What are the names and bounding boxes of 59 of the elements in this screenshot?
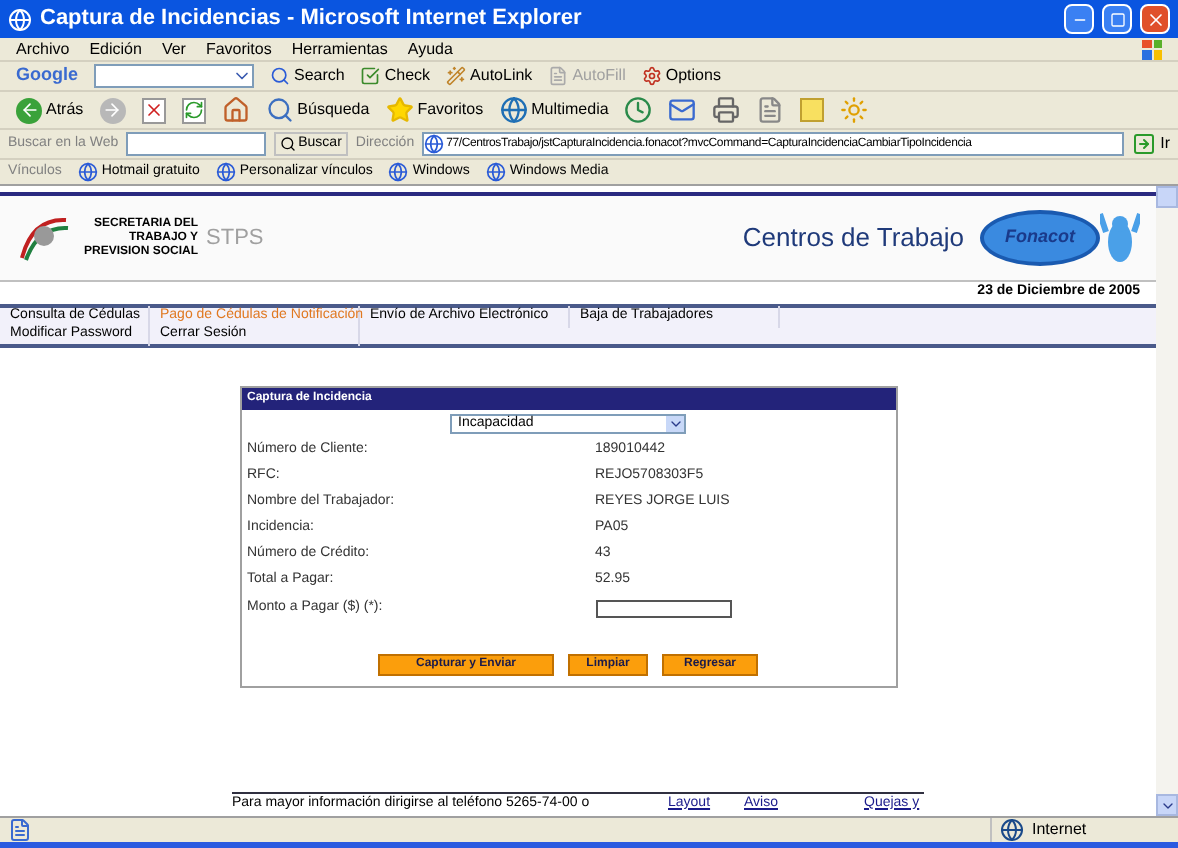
google-toolbar-button[interactable]: AutoLink <box>446 64 533 88</box>
google-logo: Google <box>16 62 78 89</box>
menu-item[interactable]: Edición <box>89 37 142 61</box>
globe-icon <box>499 96 528 124</box>
mail-icon <box>668 96 697 124</box>
scroll-down-button[interactable] <box>1156 794 1178 816</box>
menu-item[interactable]: Ayuda <box>407 37 453 61</box>
toolbar-button[interactable]: Favoritos <box>385 96 484 124</box>
zone-text: Internet <box>1032 818 1087 842</box>
close-icon <box>1145 9 1165 29</box>
star-icon <box>385 96 414 124</box>
form-icon <box>548 66 569 86</box>
toolbar-button[interactable]: Búsqueda <box>265 96 370 124</box>
settings-icon <box>641 66 662 86</box>
stop-icon[interactable] <box>141 97 166 123</box>
minimize-button[interactable] <box>1064 4 1094 34</box>
page-icon <box>756 96 785 124</box>
google-toolbar-button[interactable]: Check <box>360 64 431 88</box>
google-search-field[interactable] <box>94 64 254 88</box>
page-globe-icon <box>77 162 98 182</box>
page-icon <box>8 818 32 842</box>
toolbar-button[interactable]: Multimedia <box>499 96 609 124</box>
globe-icon <box>1000 818 1024 842</box>
bird-mascot-icon <box>1100 208 1140 268</box>
forward-icon[interactable] <box>99 97 126 123</box>
page-title: Centros de Trabajo <box>742 220 964 257</box>
page-globe-icon <box>388 162 409 182</box>
web-search-field[interactable] <box>126 132 267 156</box>
close-button[interactable] <box>1140 4 1170 34</box>
menu-item[interactable]: Herramientas <box>291 37 388 61</box>
window-title: Captura de Incidencias - Microsoft Internet Explorer <box>40 4 582 35</box>
page-globe-icon <box>215 162 236 182</box>
home-icon <box>221 96 250 124</box>
windows-logo-icon <box>1142 39 1162 59</box>
search-icon <box>280 136 297 152</box>
go-button[interactable]: Ir <box>1132 132 1170 156</box>
google-toolbar-button[interactable]: Search <box>270 64 345 88</box>
fonacot-logo: Fonacot <box>980 210 1100 266</box>
refresh-icon[interactable] <box>181 97 206 123</box>
page-globe-icon <box>424 134 445 154</box>
google-toolbar-button[interactable]: Options <box>641 64 721 88</box>
scrollbar[interactable] <box>1156 186 1178 816</box>
browser-icon <box>8 7 32 31</box>
menu-item[interactable]: Favoritos <box>205 37 272 61</box>
menu-item[interactable]: Ver <box>161 37 186 61</box>
menu-item[interactable]: Archivo <box>16 37 70 61</box>
search-icon <box>265 96 294 124</box>
maximize-button[interactable] <box>1102 4 1132 34</box>
history-icon <box>624 96 653 124</box>
sun-icon <box>840 96 869 124</box>
back-button[interactable]: Atrás <box>16 97 84 123</box>
search-icon <box>270 66 290 86</box>
printer-icon <box>712 96 741 124</box>
dropdown-arrow-icon <box>666 416 684 432</box>
spellcheck-icon <box>360 66 381 86</box>
amount-input[interactable] <box>595 600 731 618</box>
note-icon[interactable] <box>800 98 825 122</box>
page-globe-icon <box>485 162 506 182</box>
maximize-icon <box>1109 11 1125 27</box>
